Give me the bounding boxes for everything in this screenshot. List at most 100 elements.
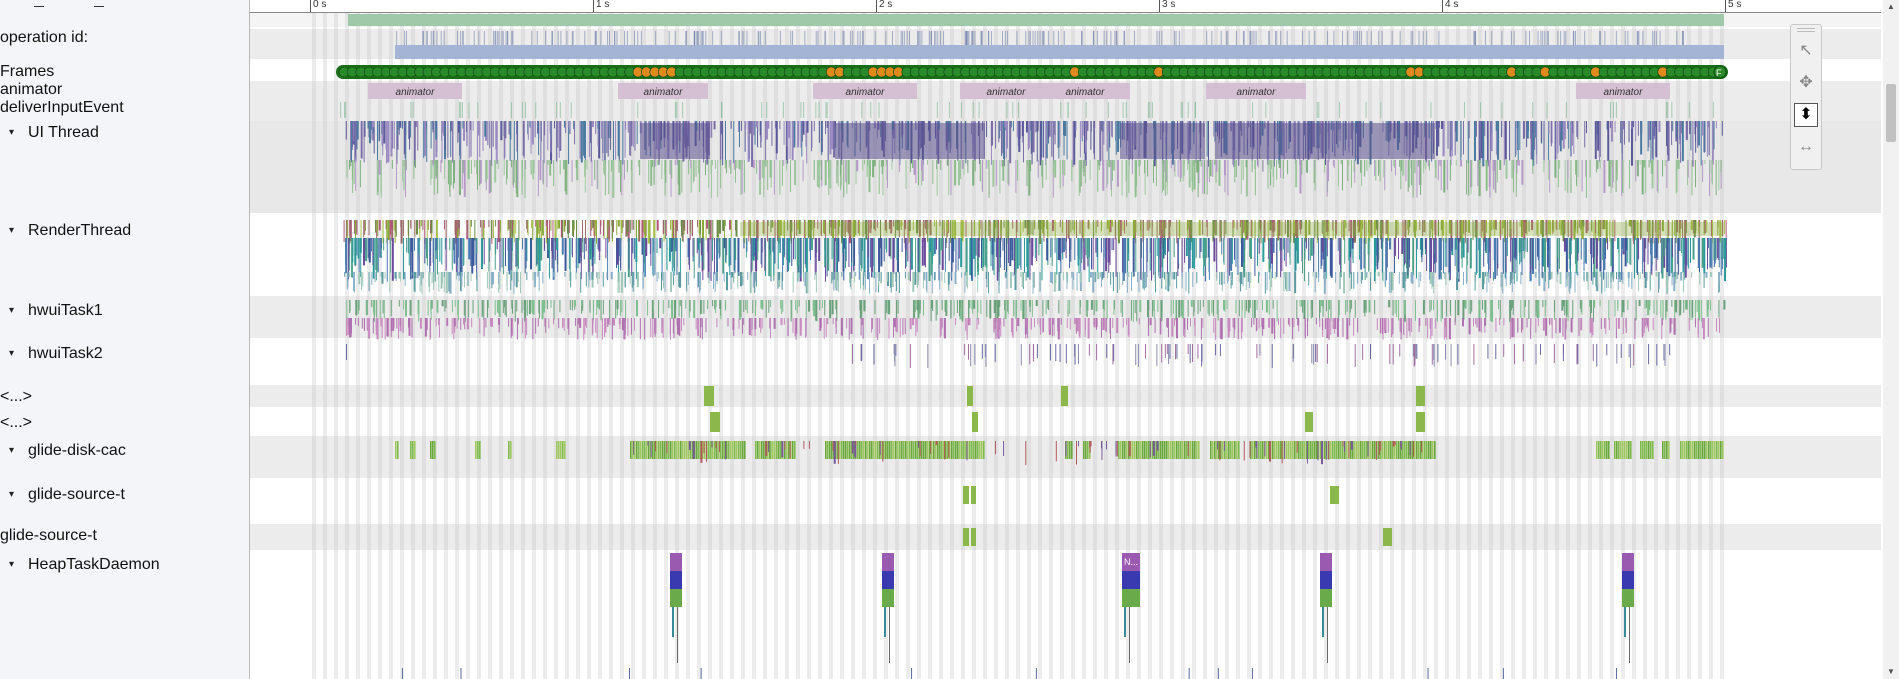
- operation-tick[interactable]: [1286, 31, 1288, 45]
- input-event-slice[interactable]: [1149, 102, 1151, 118]
- render-thread-slice[interactable]: [981, 238, 983, 268]
- render-thread-slice[interactable]: [414, 220, 416, 238]
- hwui-task1-slice[interactable]: [1136, 300, 1138, 322]
- ui-thread-slice[interactable]: [1072, 121, 1074, 167]
- ui-thread-slice[interactable]: [595, 121, 597, 134]
- render-thread-slice[interactable]: [526, 220, 528, 229]
- render-thread-slice[interactable]: [1496, 238, 1498, 264]
- ui-thread-slice[interactable]: [1687, 160, 1689, 178]
- ui-thread-slice[interactable]: [1446, 160, 1448, 190]
- ui-thread-slice[interactable]: [999, 121, 1001, 139]
- ui-thread-slice[interactable]: [921, 160, 923, 171]
- render-thread-slice[interactable]: [448, 272, 450, 292]
- ui-thread-slice[interactable]: [1639, 160, 1641, 165]
- ui-thread-slice[interactable]: [1621, 121, 1623, 166]
- render-thread-slice[interactable]: [553, 272, 556, 278]
- ui-thread-slice[interactable]: [618, 160, 620, 173]
- render-thread-slice[interactable]: [1629, 238, 1631, 265]
- operation-tick[interactable]: [1412, 31, 1414, 45]
- hwui-task1-slice[interactable]: [707, 300, 709, 310]
- ui-thread-slice[interactable]: [1455, 160, 1457, 166]
- render-thread-slice[interactable]: [1604, 272, 1606, 292]
- hwui-task1-slice[interactable]: [502, 300, 504, 313]
- render-thread-slice[interactable]: [568, 220, 570, 233]
- ui-thread-slice[interactable]: [1530, 121, 1532, 139]
- render-thread-slice[interactable]: [1340, 238, 1342, 278]
- render-thread-slice[interactable]: [1323, 272, 1326, 294]
- render-thread-slice[interactable]: [998, 238, 1000, 277]
- render-thread-slice[interactable]: [1550, 272, 1553, 279]
- render-thread-slice[interactable]: [725, 238, 727, 262]
- render-thread-slice[interactable]: [461, 272, 463, 287]
- hwui-task1-slice[interactable]: [932, 300, 934, 312]
- hwui-task1-slice[interactable]: [1067, 300, 1069, 310]
- operation-tick[interactable]: [1255, 31, 1257, 45]
- hwui-task1-slice[interactable]: [972, 300, 974, 314]
- render-thread-slice[interactable]: [1146, 238, 1148, 278]
- render-thread-slice[interactable]: [542, 272, 544, 284]
- operation-tick[interactable]: [1116, 31, 1118, 45]
- ui-thread-slice[interactable]: [1066, 121, 1068, 160]
- hwui-task1-slice[interactable]: [1197, 300, 1199, 315]
- ui-thread-slice[interactable]: [738, 121, 740, 148]
- hwui-task1-slice[interactable]: [1718, 300, 1720, 318]
- render-thread-slice[interactable]: [1058, 272, 1060, 291]
- render-thread-slice[interactable]: [533, 272, 536, 288]
- ui-thread-slice[interactable]: [547, 121, 549, 151]
- render-thread-slice[interactable]: [779, 238, 781, 254]
- ui-thread-slice[interactable]: [1609, 121, 1611, 129]
- ui-thread-slice[interactable]: [1106, 121, 1108, 152]
- render-thread-slice[interactable]: [641, 220, 644, 239]
- render-thread-slice[interactable]: [1223, 272, 1225, 285]
- ui-thread-slice[interactable]: [826, 121, 828, 128]
- render-thread-slice[interactable]: [794, 238, 796, 260]
- render-thread-slice[interactable]: [1116, 272, 1118, 293]
- operation-tick[interactable]: [443, 31, 445, 45]
- operation-tick[interactable]: [741, 31, 743, 45]
- render-thread-slice[interactable]: [363, 238, 366, 266]
- operation-tick[interactable]: [1063, 31, 1065, 45]
- render-thread-slice[interactable]: [1013, 238, 1015, 275]
- hwui-task1-slice[interactable]: [1394, 300, 1396, 314]
- render-thread-slice[interactable]: [869, 238, 871, 268]
- ui-thread-slice[interactable]: [350, 121, 352, 167]
- render-thread-slice[interactable]: [964, 272, 966, 294]
- ui-thread-slice[interactable]: [1085, 121, 1087, 153]
- render-thread-slice[interactable]: [527, 220, 529, 236]
- render-thread-slice[interactable]: [1006, 272, 1008, 289]
- ui-thread-slice[interactable]: [550, 121, 552, 153]
- ui-thread-slice[interactable]: [402, 160, 404, 182]
- ui-thread-slice[interactable]: [1374, 160, 1376, 177]
- ui-thread-slice[interactable]: [1454, 121, 1456, 156]
- render-thread-slice[interactable]: [1165, 272, 1167, 287]
- input-event-slice[interactable]: [1151, 102, 1153, 118]
- ui-thread-slice[interactable]: [1202, 160, 1204, 194]
- render-thread-slice[interactable]: [1366, 272, 1368, 278]
- operation-tick[interactable]: [1599, 31, 1601, 45]
- ui-thread-slice[interactable]: [758, 160, 761, 180]
- ui-thread-slice[interactable]: [1079, 121, 1081, 158]
- ui-thread-slice[interactable]: [573, 121, 575, 130]
- operation-tick[interactable]: [974, 31, 976, 45]
- hwui-task1-slice[interactable]: [712, 300, 714, 307]
- render-thread-slice[interactable]: [577, 238, 579, 269]
- hwui-task1-slice[interactable]: [1462, 300, 1465, 320]
- render-thread-slice[interactable]: [1014, 238, 1017, 273]
- hwui-task1-slice[interactable]: [1058, 300, 1060, 314]
- ui-thread-slice[interactable]: [1251, 160, 1253, 173]
- ui-thread-slice[interactable]: [567, 121, 569, 128]
- render-thread-slice[interactable]: [1247, 272, 1249, 282]
- operation-tick[interactable]: [1655, 31, 1657, 45]
- input-event-slice[interactable]: [1612, 102, 1614, 118]
- render-thread-slice[interactable]: [1283, 272, 1285, 292]
- render-thread-slice[interactable]: [1701, 238, 1704, 268]
- render-thread-slice[interactable]: [815, 238, 817, 258]
- ui-thread-slice[interactable]: [1662, 160, 1664, 177]
- ui-thread-slice[interactable]: [1647, 121, 1649, 152]
- ui-thread-slice[interactable]: [410, 121, 412, 138]
- render-thread-slice[interactable]: [838, 272, 840, 288]
- expand-toggle-icon[interactable]: ▾: [9, 486, 14, 504]
- hwui-task1-slice[interactable]: [1696, 300, 1698, 312]
- render-thread-slice[interactable]: [1442, 238, 1444, 274]
- ui-thread-slice[interactable]: [909, 160, 911, 173]
